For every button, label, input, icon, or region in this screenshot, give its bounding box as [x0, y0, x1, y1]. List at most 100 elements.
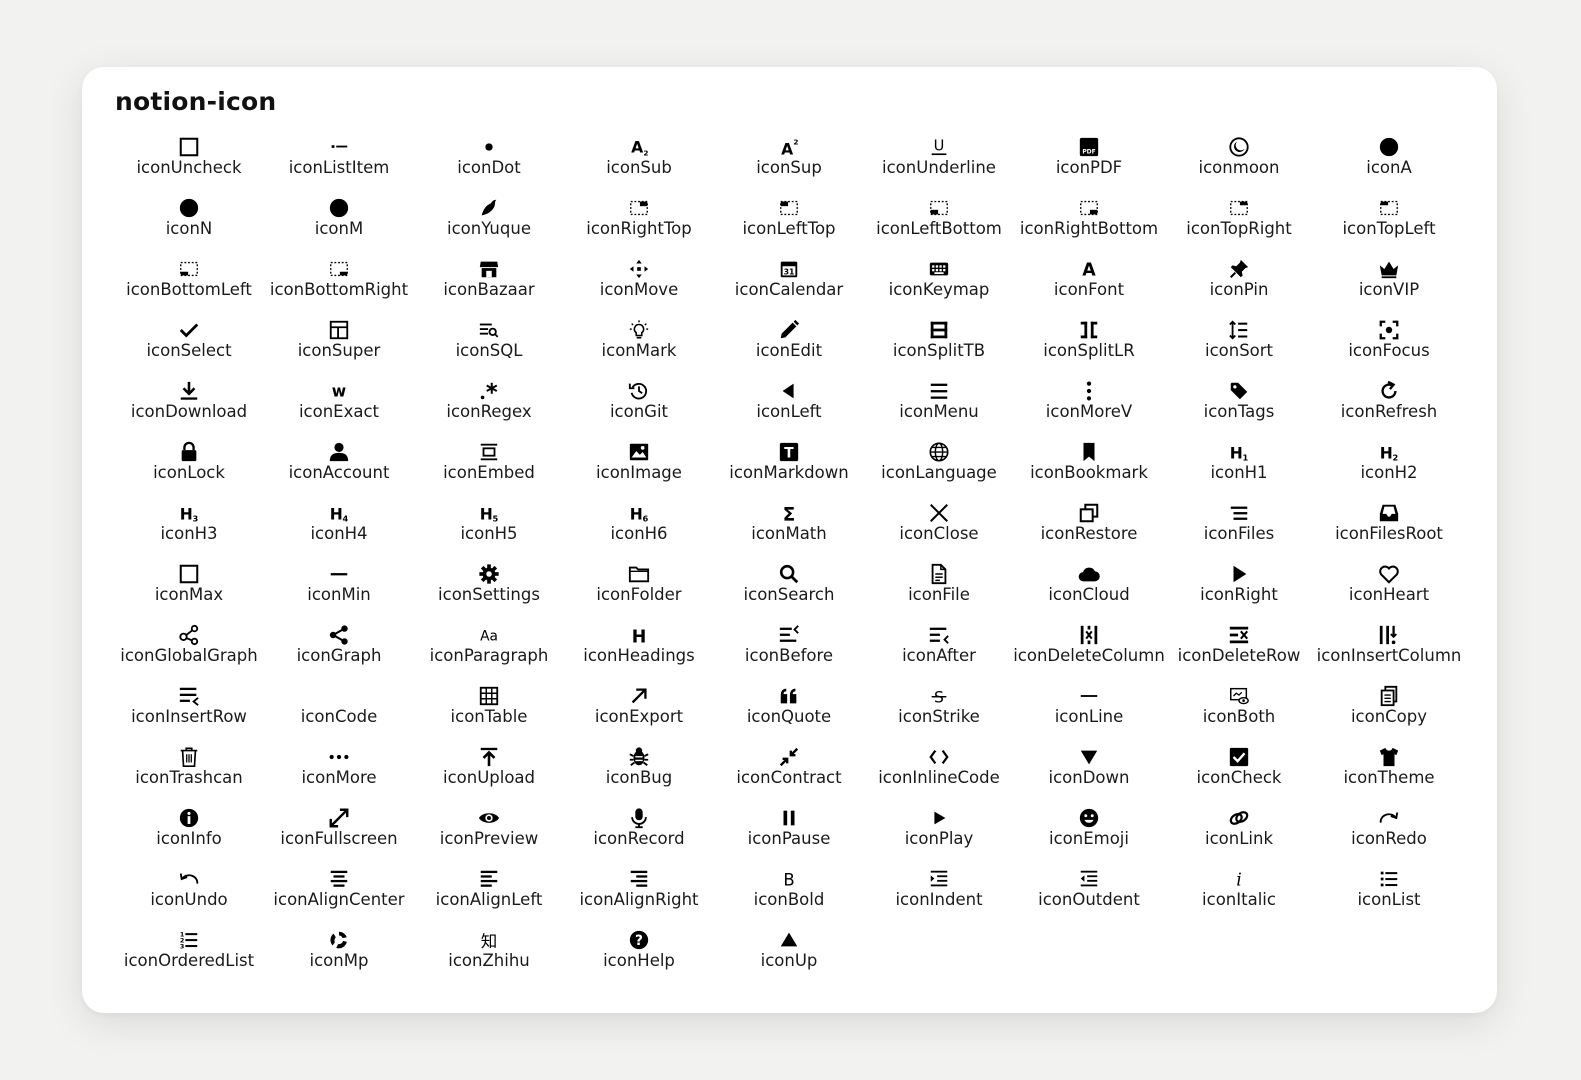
icon-tile-iconheart[interactable]: iconHeart: [1314, 562, 1464, 623]
icon-tile-iconn[interactable]: NiconN: [114, 196, 264, 257]
icon-tile-iconsearch[interactable]: iconSearch: [714, 562, 864, 623]
icon-tile-iconselect[interactable]: iconSelect: [114, 318, 264, 379]
icon-tile-iconkeymap[interactable]: iconKeymap: [864, 257, 1014, 318]
icon-tile-iconinlinecode[interactable]: iconInlineCode: [864, 745, 1014, 806]
icon-tile-iconfilesroot[interactable]: iconFilesRoot: [1314, 501, 1464, 562]
icon-tile-iconbottomleft[interactable]: iconBottomLeft: [114, 257, 264, 318]
icon-tile-iconsql[interactable]: iconSQL: [414, 318, 564, 379]
icon-tile-iconmoon[interactable]: iconmoon: [1164, 135, 1314, 196]
icon-tile-iconcloud[interactable]: iconCloud: [1014, 562, 1164, 623]
icon-tile-iconbug[interactable]: iconBug: [564, 745, 714, 806]
icon-tile-iconsplittb[interactable]: iconSplitTB: [864, 318, 1014, 379]
icon-tile-iconfiles[interactable]: iconFiles: [1164, 501, 1314, 562]
icon-tile-iconoutdent[interactable]: iconOutdent: [1014, 867, 1164, 928]
icon-tile-iconimage[interactable]: iconImage: [564, 440, 714, 501]
icon-tile-iconalignleft[interactable]: iconAlignLeft: [414, 867, 564, 928]
icon-tile-iconpause[interactable]: iconPause: [714, 806, 864, 867]
icon-tile-iconline[interactable]: iconLine: [1014, 684, 1164, 745]
icon-tile-iconexport[interactable]: iconExport: [564, 684, 714, 745]
icon-tile-iconsettings[interactable]: iconSettings: [414, 562, 564, 623]
icon-tile-iconpin[interactable]: iconPin: [1164, 257, 1314, 318]
icon-tile-iconinsertcolumn[interactable]: iconInsertColumn: [1314, 623, 1464, 684]
icon-tile-iconrighttop[interactable]: iconRightTop: [564, 196, 714, 257]
icon-tile-iconyuque[interactable]: iconYuque: [414, 196, 564, 257]
icon-tile-icontopright[interactable]: iconTopRight: [1164, 196, 1314, 257]
icon-tile-iconboth[interactable]: iconBoth: [1164, 684, 1314, 745]
icon-tile-iconsuper[interactable]: iconSuper: [264, 318, 414, 379]
icon-tile-iconbold[interactable]: BiconBold: [714, 867, 864, 928]
icon-tile-iconmath[interactable]: ΣiconMath: [714, 501, 864, 562]
icon-tile-iconmax[interactable]: iconMax: [114, 562, 264, 623]
icon-tile-iconmove[interactable]: iconMove: [564, 257, 714, 318]
icon-tile-icontable[interactable]: iconTable: [414, 684, 564, 745]
icon-tile-icontheme[interactable]: iconTheme: [1314, 745, 1464, 806]
icon-tile-iconpdf[interactable]: PDF iconPDF: [1014, 135, 1164, 196]
icon-tile-iconright[interactable]: iconRight: [1164, 562, 1314, 623]
icon-tile-iconclose[interactable]: iconClose: [864, 501, 1014, 562]
icon-tile-iconh1[interactable]: H 1 iconH1: [1164, 440, 1314, 501]
icon-tile-iconm[interactable]: MiconM: [264, 196, 414, 257]
icon-tile-iconh4[interactable]: H 4 iconH4: [264, 501, 414, 562]
icon-tile-iconmorev[interactable]: iconMoreV: [1014, 379, 1164, 440]
icon-tile-iconindent[interactable]: iconIndent: [864, 867, 1014, 928]
icon-tile-iconfocus[interactable]: iconFocus: [1314, 318, 1464, 379]
icon-tile-iconvip[interactable]: iconVIP: [1314, 257, 1464, 318]
icon-tile-icondeleterow[interactable]: iconDeleteRow: [1164, 623, 1314, 684]
icon-tile-iconheadings[interactable]: HiconHeadings: [564, 623, 714, 684]
icon-tile-icontopleft[interactable]: iconTopLeft: [1314, 196, 1464, 257]
icon-tile-iconh2[interactable]: H 2 iconH2: [1314, 440, 1464, 501]
icon-tile-iconbottomright[interactable]: iconBottomRight: [264, 257, 414, 318]
icon-tile-iconh3[interactable]: H 3 iconH3: [114, 501, 264, 562]
icon-tile-iconmark[interactable]: iconMark: [564, 318, 714, 379]
icon-tile-icongraph[interactable]: iconGraph: [264, 623, 414, 684]
icon-tile-iconalignright[interactable]: iconAlignRight: [564, 867, 714, 928]
icon-tile-iconzhihu[interactable]: 知 iconZhihu: [414, 928, 564, 989]
icon-tile-iconleft[interactable]: iconLeft: [714, 379, 864, 440]
icon-tile-iconinsertrow[interactable]: iconInsertRow: [114, 684, 264, 745]
icon-tile-icontags[interactable]: iconTags: [1164, 379, 1314, 440]
icon-tile-icona[interactable]: AiconA: [1314, 135, 1464, 196]
icon-tile-icondownload[interactable]: iconDownload: [114, 379, 264, 440]
icon-tile-iconinfo[interactable]: iconInfo: [114, 806, 264, 867]
icon-tile-iconcheck[interactable]: iconCheck: [1164, 745, 1314, 806]
icon-tile-icondot[interactable]: iconDot: [414, 135, 564, 196]
icon-tile-iconsort[interactable]: iconSort: [1164, 318, 1314, 379]
icon-tile-iconmin[interactable]: iconMin: [264, 562, 414, 623]
icon-tile-iconlefttop[interactable]: iconLeftTop: [714, 196, 864, 257]
icon-tile-iconplay[interactable]: iconPlay: [864, 806, 1014, 867]
icon-tile-iconafter[interactable]: iconAfter: [864, 623, 1014, 684]
icon-tile-iconfullscreen[interactable]: iconFullscreen: [264, 806, 414, 867]
icon-tile-iconglobalgraph[interactable]: iconGlobalGraph: [114, 623, 264, 684]
icon-tile-iconedit[interactable]: iconEdit: [714, 318, 864, 379]
icon-tile-iconbazaar[interactable]: iconBazaar: [414, 257, 564, 318]
icon-tile-iconaccount[interactable]: iconAccount: [264, 440, 414, 501]
icon-tile-icontrashcan[interactable]: iconTrashcan: [114, 745, 264, 806]
icon-tile-iconfile[interactable]: iconFile: [864, 562, 1014, 623]
icon-tile-iconrestore[interactable]: iconRestore: [1014, 501, 1164, 562]
icon-tile-iconstrike[interactable]: SiconStrike: [864, 684, 1014, 745]
icon-tile-iconbefore[interactable]: iconBefore: [714, 623, 864, 684]
icon-tile-iconfolder[interactable]: iconFolder: [564, 562, 714, 623]
icon-tile-iconrefresh[interactable]: iconRefresh: [1314, 379, 1464, 440]
icon-tile-icondown[interactable]: iconDown: [1014, 745, 1164, 806]
icon-tile-iconcopy[interactable]: iconCopy: [1314, 684, 1464, 745]
icon-tile-iconrightbottom[interactable]: iconRightBottom: [1014, 196, 1164, 257]
icon-tile-iconrecord[interactable]: iconRecord: [564, 806, 714, 867]
icon-tile-iconpreview[interactable]: iconPreview: [414, 806, 564, 867]
icon-tile-iconhelp[interactable]: ? iconHelp: [564, 928, 714, 989]
icon-tile-iconunderline[interactable]: UiconUnderline: [864, 135, 1014, 196]
icon-tile-iconitalic[interactable]: i iconItalic: [1164, 867, 1314, 928]
icon-tile-iconredo[interactable]: iconRedo: [1314, 806, 1464, 867]
icon-tile-iconh6[interactable]: H 6 iconH6: [564, 501, 714, 562]
icon-tile-iconcalendar[interactable]: 31 iconCalendar: [714, 257, 864, 318]
icon-tile-iconmore[interactable]: iconMore: [264, 745, 414, 806]
icon-tile-iconquote[interactable]: iconQuote: [714, 684, 864, 745]
icon-tile-iconaligncenter[interactable]: iconAlignCenter: [264, 867, 414, 928]
icon-tile-iconlist[interactable]: iconList: [1314, 867, 1464, 928]
icon-tile-iconsup[interactable]: A 2 iconSup: [714, 135, 864, 196]
icon-tile-iconsub[interactable]: A 2 iconSub: [564, 135, 714, 196]
icon-tile-iconexact[interactable]: w iconExact: [264, 379, 414, 440]
icon-tile-iconorderedlist[interactable]: 1 2 3 iconOrderedList: [114, 928, 264, 989]
icon-tile-iconmarkdown[interactable]: TiconMarkdown: [714, 440, 864, 501]
icon-tile-iconfont[interactable]: AiconFont: [1014, 257, 1164, 318]
